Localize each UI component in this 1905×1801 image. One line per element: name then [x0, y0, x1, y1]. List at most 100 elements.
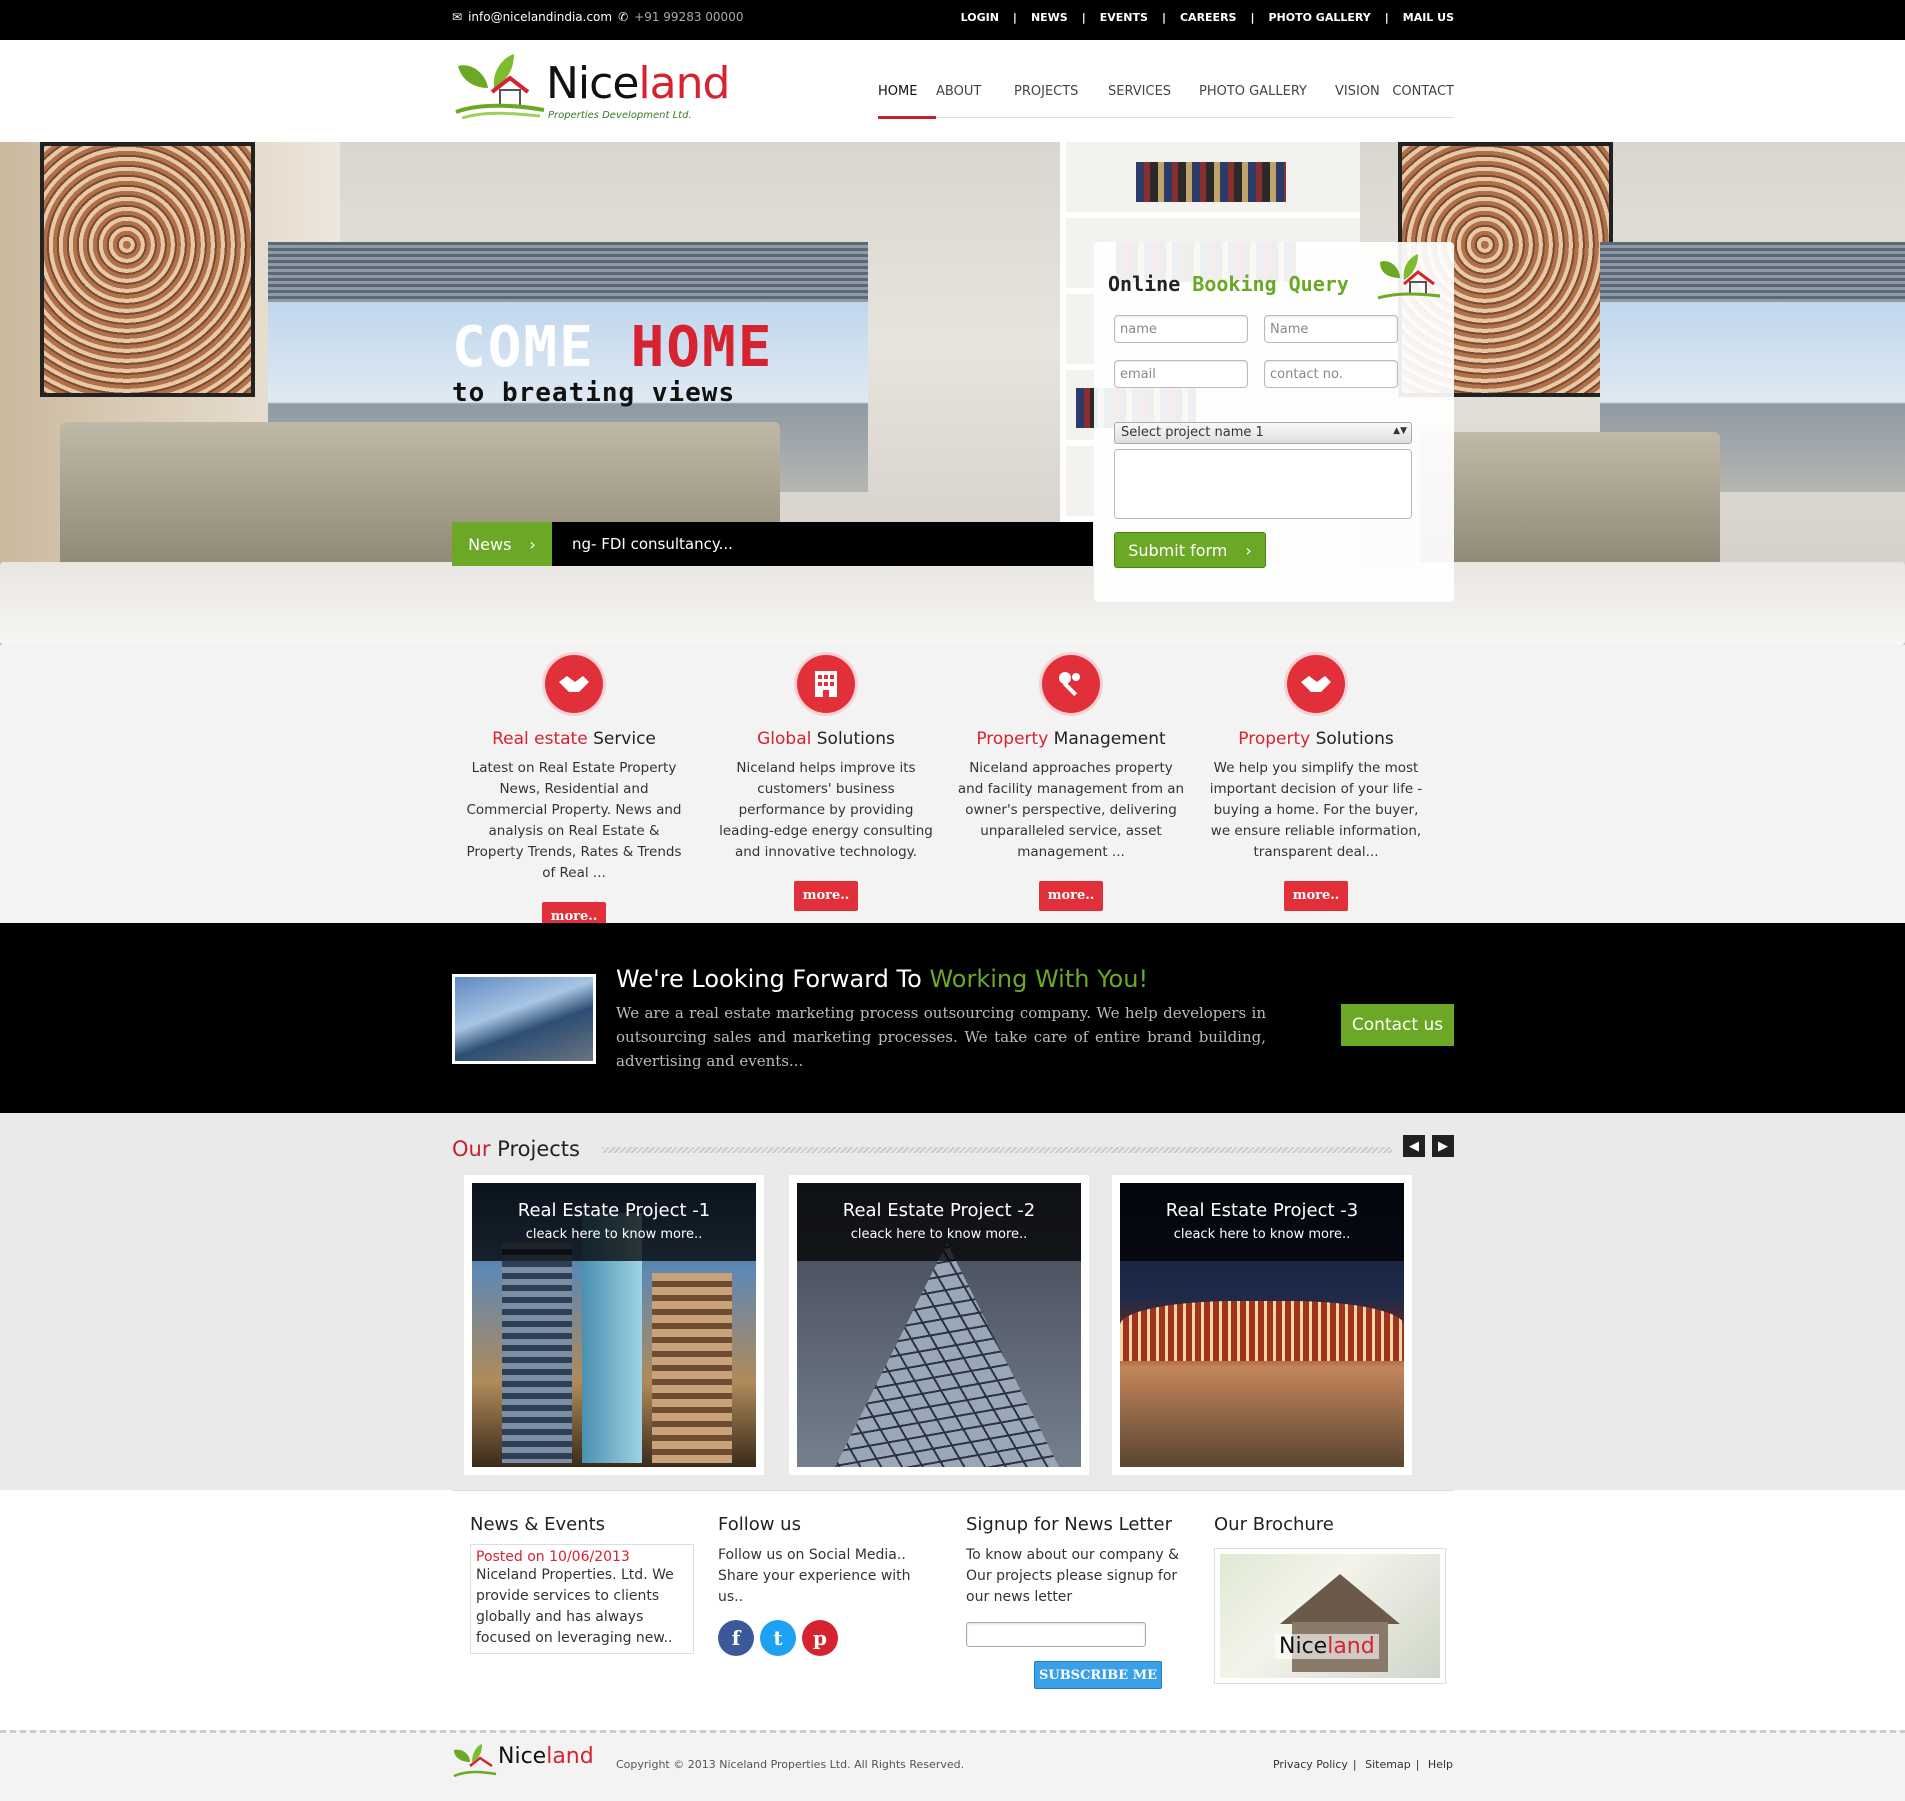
- news-ticker-text[interactable]: ng- FDI consultancy...: [552, 535, 733, 553]
- next-arrow-icon[interactable]: ▶: [1432, 1135, 1454, 1157]
- hero-painting: [40, 142, 255, 397]
- nav-photo-gallery[interactable]: PHOTO GALLERY: [1199, 84, 1335, 118]
- top-link-login[interactable]: LOGIN: [961, 11, 999, 24]
- project-select[interactable]: Select project name 1 ▲▼: [1114, 422, 1412, 444]
- footer-link-sitemap[interactable]: Sitemap: [1365, 1758, 1411, 1771]
- footer-logo[interactable]: Niceland: [452, 1742, 602, 1782]
- top-link-mail-us[interactable]: MAIL US: [1403, 11, 1454, 24]
- news-ticker: News › ng- FDI consultancy...: [452, 522, 1093, 566]
- phone-icon: ✆: [618, 10, 629, 24]
- project-title[interactable]: Real Estate Project -2: [797, 1200, 1081, 1221]
- leaf-house-icon: [1377, 254, 1441, 300]
- newsletter-text: To know about our company & Our projects…: [966, 1547, 1180, 1605]
- top-link-photo-gallery[interactable]: PHOTO GALLERY: [1269, 11, 1371, 24]
- logo-subtitle: Properties Development Ltd.: [548, 110, 692, 121]
- logo-leaf-house-icon: [453, 1744, 497, 1778]
- top-links: LOGIN | NEWS | EVENTS | CAREERS | PHOTO GALL…: [960, 11, 1454, 24]
- contact-us-button[interactable]: Contact us: [1341, 1004, 1454, 1046]
- mail-icon: ✉: [452, 10, 463, 24]
- nav-vision[interactable]: VISION: [1335, 84, 1387, 118]
- cta-title: We're Looking Forward To Working With Yo…: [616, 965, 1149, 993]
- handshake-icon: [1287, 655, 1345, 713]
- pinterest-icon[interactable]: p: [802, 1620, 838, 1656]
- project-card[interactable]: Real Estate Project -1 cleack here to kn…: [464, 1175, 764, 1475]
- footer-link-privacy[interactable]: Privacy Policy: [1273, 1758, 1348, 1771]
- top-link-news[interactable]: NEWS: [1031, 11, 1068, 24]
- keys-icon: [1042, 655, 1100, 713]
- project-card[interactable]: Real Estate Project -3 cleack here to kn…: [1112, 1175, 1412, 1475]
- copyright: Copyright © 2013 Niceland Properties Ltd…: [616, 1758, 965, 1771]
- project-title[interactable]: Real Estate Project -3: [1120, 1200, 1404, 1221]
- project-title[interactable]: Real Estate Project -1: [472, 1200, 756, 1221]
- project-image: Real Estate Project -1 cleack here to kn…: [472, 1183, 756, 1467]
- project-link[interactable]: cleack here to know more..: [472, 1227, 756, 1242]
- logo-name: Niceland: [546, 58, 730, 109]
- services-section: Real estate Service Latest on Real Estat…: [0, 645, 1905, 932]
- project-caption: Real Estate Project -1 cleack here to kn…: [472, 1183, 756, 1261]
- hero-subtitle: to breating views: [452, 378, 736, 408]
- top-contact: ✉ info@nicelandindia.com ✆ +91 99283 000…: [452, 10, 743, 24]
- service-title: Real estate Service: [492, 729, 656, 749]
- project-link[interactable]: cleack here to know more..: [1120, 1227, 1404, 1242]
- brochure-thumbnail[interactable]: Niceland: [1214, 1548, 1446, 1684]
- service-card: Property Management Niceland approaches …: [951, 655, 1191, 911]
- first-name-field[interactable]: name: [1114, 315, 1248, 343]
- project-image: Real Estate Project -2 cleack here to kn…: [797, 1183, 1081, 1467]
- news-item[interactable]: Posted on 10/06/2013 Niceland Properties…: [470, 1544, 694, 1654]
- nav-services[interactable]: SERVICES: [1108, 84, 1199, 118]
- service-card: Global Solutions Niceland helps improve …: [706, 655, 946, 911]
- top-link-events[interactable]: EVENTS: [1100, 11, 1148, 24]
- nav-projects[interactable]: PROJECTS: [1014, 84, 1108, 118]
- hero-rug: [0, 562, 1905, 645]
- nav-about[interactable]: ABOUT: [936, 84, 1014, 118]
- prev-arrow-icon[interactable]: ◀: [1403, 1135, 1425, 1157]
- social-icons: f t p: [718, 1620, 938, 1656]
- more-button[interactable]: more..: [1039, 881, 1103, 911]
- footer-links: Privacy Policy | Sitemap | Help: [1272, 1758, 1453, 1771]
- more-button[interactable]: more..: [794, 881, 858, 911]
- nav-contact[interactable]: CONTACT: [1387, 84, 1454, 118]
- project-image: Real Estate Project -3 cleack here to kn…: [1120, 1183, 1404, 1467]
- service-text: Niceland helps improve its customers' bu…: [719, 760, 933, 860]
- project-caption: Real Estate Project -3 cleack here to kn…: [1120, 1183, 1404, 1261]
- message-textarea[interactable]: [1114, 449, 1412, 519]
- service-text: We help you simplify the most important …: [1209, 760, 1423, 860]
- project-card[interactable]: Real Estate Project -2 cleack here to kn…: [789, 1175, 1089, 1475]
- service-title: Global Solutions: [757, 729, 895, 749]
- follow-title: Follow us: [718, 1514, 801, 1535]
- subscribe-button[interactable]: SUBSCRIBE ME: [1034, 1661, 1162, 1689]
- brochure-logo: Niceland: [1275, 1634, 1379, 1659]
- last-name-field[interactable]: Name: [1264, 315, 1398, 343]
- info-section: News & Events Posted on 10/06/2013 Nicel…: [0, 1490, 1905, 1730]
- top-bar: ✉ info@nicelandindia.com ✆ +91 99283 000…: [0, 0, 1905, 40]
- more-button[interactable]: more..: [1284, 881, 1348, 911]
- hero-banner: COME HOME to breating views News › ng- FD…: [0, 142, 1905, 645]
- handshake-icon: [545, 655, 603, 713]
- footer: Niceland Copyright © 2013 Niceland Prope…: [0, 1730, 1905, 1801]
- header: Niceland Properties Development Ltd. HOM…: [0, 40, 1905, 142]
- top-email[interactable]: info@nicelandindia.com: [468, 10, 612, 24]
- service-title: Property Management: [976, 729, 1166, 749]
- chevron-right-icon: ›: [529, 534, 536, 554]
- follow-column: Follow us Follow us on Social Media.. Sh…: [718, 1514, 938, 1656]
- news-tag-button[interactable]: News ›: [452, 522, 552, 566]
- newsletter-column: Signup for News Letter To know about our…: [966, 1514, 1186, 1689]
- news-date: Posted on 10/06/2013: [476, 1549, 630, 1565]
- email-field[interactable]: email: [1114, 360, 1248, 388]
- newsletter-email-input[interactable]: [966, 1622, 1146, 1647]
- logo-leaf-house-icon: [455, 54, 545, 120]
- top-link-careers[interactable]: CAREERS: [1180, 11, 1236, 24]
- follow-text: Follow us on Social Media.. Share your e…: [718, 1547, 911, 1605]
- submit-form-button[interactable]: Submit form ›: [1114, 532, 1266, 568]
- brochure-title: Our Brochure: [1214, 1514, 1334, 1535]
- hero-blinds: [1600, 242, 1905, 302]
- nav-home[interactable]: HOME: [878, 84, 936, 119]
- footer-link-help[interactable]: Help: [1428, 1758, 1453, 1771]
- twitter-icon[interactable]: t: [760, 1620, 796, 1656]
- cta-text: We are a real estate marketing process o…: [616, 1004, 1266, 1070]
- contact-field[interactable]: contact no.: [1264, 360, 1398, 388]
- project-link[interactable]: cleack here to know more..: [797, 1227, 1081, 1242]
- facebook-icon[interactable]: f: [718, 1620, 754, 1656]
- hero-blinds: [268, 242, 868, 302]
- logo[interactable]: Niceland Properties Development Ltd.: [452, 52, 742, 124]
